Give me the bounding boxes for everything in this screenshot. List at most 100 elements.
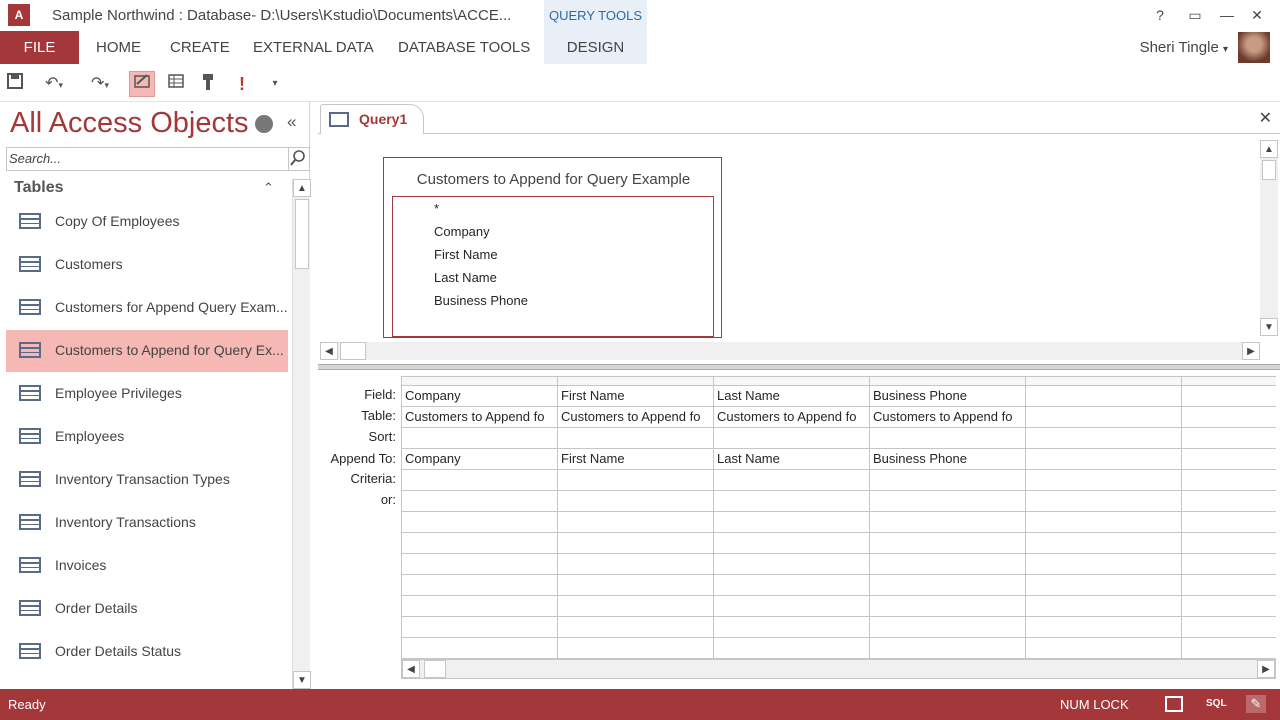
grid-cell-sort[interactable] (870, 428, 1026, 449)
grid-cell[interactable] (1026, 512, 1182, 533)
design-view-icon[interactable] (129, 71, 155, 97)
grid-cell[interactable] (1026, 638, 1182, 659)
tab-create[interactable]: CREATE (170, 31, 230, 64)
grid-cell[interactable] (1026, 533, 1182, 554)
grid-cell-sort[interactable] (1182, 428, 1276, 449)
datasheet-view-icon[interactable] (1165, 696, 1183, 712)
nav-item-table[interactable]: Employees (6, 416, 288, 458)
grid-cell[interactable] (714, 491, 870, 512)
grid-cell[interactable] (870, 638, 1026, 659)
grid-cell-field[interactable]: Company (402, 386, 558, 407)
minimize-button[interactable]: — (1212, 5, 1242, 25)
collapse-pane-icon[interactable]: « (287, 112, 296, 132)
grid-cell[interactable] (402, 638, 558, 659)
grid-cell[interactable] (1182, 512, 1276, 533)
grid-cell-table[interactable]: Customers to Append fo (714, 407, 870, 428)
grid-cell[interactable] (558, 512, 714, 533)
grid-cell[interactable] (1182, 554, 1276, 575)
grid-cell[interactable] (558, 533, 714, 554)
upper-horizontal-scrollbar[interactable]: ◀ ▶ (320, 342, 1260, 360)
close-button[interactable]: ✕ (1242, 5, 1272, 25)
pin-icon[interactable] (197, 73, 219, 95)
grid-cell[interactable] (1026, 596, 1182, 617)
close-document-button[interactable]: ✕ (1259, 108, 1272, 128)
nav-search-input[interactable]: Search... (6, 147, 289, 171)
grid-cell[interactable] (558, 596, 714, 617)
grid-cell[interactable] (558, 575, 714, 596)
grid-cell[interactable] (714, 554, 870, 575)
grid-cell[interactable] (402, 491, 558, 512)
grid-cell[interactable] (870, 512, 1026, 533)
scroll-right-icon[interactable]: ▶ (1242, 342, 1260, 360)
tab-design[interactable]: DESIGN (544, 31, 647, 64)
sql-view-button[interactable]: SQL (1206, 698, 1227, 709)
nav-item-table[interactable]: Customers (6, 244, 288, 286)
scroll-left-icon[interactable]: ◀ (320, 342, 338, 360)
column-selector[interactable] (558, 377, 714, 386)
grid-cell-append-to[interactable]: Last Name (714, 449, 870, 470)
grid-cell[interactable] (402, 617, 558, 638)
nav-scrollbar[interactable]: ▲ ▼ (292, 179, 311, 689)
scroll-thumb[interactable] (424, 660, 446, 678)
grid-cell[interactable] (870, 491, 1026, 512)
grid-cell-table[interactable] (1026, 407, 1182, 428)
grid-cell[interactable] (558, 617, 714, 638)
grid-cell[interactable] (1026, 617, 1182, 638)
field-list-item[interactable]: * (434, 201, 439, 216)
scroll-thumb[interactable] (340, 342, 366, 360)
grid-cell[interactable] (870, 575, 1026, 596)
nav-group-tables[interactable]: Tables (14, 179, 64, 197)
grid-cell[interactable] (402, 533, 558, 554)
grid-cell[interactable] (1182, 533, 1276, 554)
scroll-left-icon[interactable]: ◀ (402, 660, 420, 678)
grid-cell-field[interactable] (1182, 386, 1276, 407)
grid-cell[interactable] (870, 533, 1026, 554)
column-selector[interactable] (1026, 377, 1182, 386)
nav-menu-icon[interactable] (255, 115, 273, 133)
pane-splitter[interactable] (318, 364, 1280, 370)
nav-item-table[interactable]: Inventory Transactions (6, 502, 288, 544)
grid-cell-sort[interactable] (714, 428, 870, 449)
nav-item-table[interactable]: Invoices (6, 545, 288, 587)
grid-cell-append-to[interactable]: First Name (558, 449, 714, 470)
grid-cell[interactable] (714, 470, 870, 491)
grid-cell[interactable] (1182, 491, 1276, 512)
chevron-up-icon[interactable]: ⌃ (263, 180, 274, 196)
grid-cell[interactable] (1026, 470, 1182, 491)
access-app-icon[interactable]: A (8, 4, 30, 26)
nav-item-table[interactable]: Order Details (6, 588, 288, 630)
scroll-down-icon[interactable]: ▼ (1260, 318, 1278, 336)
grid-cell[interactable] (558, 554, 714, 575)
table-field-list[interactable]: Customers to Append for Query Example * … (383, 157, 722, 338)
grid-cell[interactable] (558, 491, 714, 512)
grid-cell[interactable] (1182, 638, 1276, 659)
field-list-item[interactable]: First Name (434, 247, 498, 262)
grid-cell-append-to[interactable] (1182, 449, 1276, 470)
field-list-item[interactable]: Last Name (434, 270, 497, 285)
nav-pane-title[interactable]: All Access Objects (10, 107, 249, 140)
grid-cell-append-to[interactable] (1026, 449, 1182, 470)
nav-item-table[interactable]: Employee Privileges (6, 373, 288, 415)
scroll-up-icon[interactable]: ▲ (1260, 140, 1278, 158)
grid-cell-table[interactable] (1182, 407, 1276, 428)
grid-cell[interactable] (1026, 491, 1182, 512)
run-icon[interactable]: ! (231, 73, 253, 95)
grid-cell[interactable] (714, 575, 870, 596)
user-account-menu[interactable]: Sheri Tingle ▾ (1140, 31, 1228, 64)
nav-item-table[interactable]: Order Details Status (6, 631, 288, 673)
upper-vertical-scrollbar[interactable]: ▲ ▼ (1260, 140, 1278, 336)
grid-cell[interactable] (558, 638, 714, 659)
grid-cell[interactable] (1182, 617, 1276, 638)
tab-query1[interactable]: Query1 (320, 104, 424, 134)
grid-cell[interactable] (558, 470, 714, 491)
datasheet-icon[interactable] (165, 73, 187, 95)
search-icon[interactable] (289, 147, 310, 171)
grid-cell[interactable] (402, 512, 558, 533)
grid-cell-append-to[interactable]: Business Phone (870, 449, 1026, 470)
scroll-up-icon[interactable]: ▲ (293, 179, 311, 197)
grid-cell[interactable] (1182, 575, 1276, 596)
column-selector[interactable] (714, 377, 870, 386)
grid-cell[interactable] (714, 638, 870, 659)
grid-cell[interactable] (402, 575, 558, 596)
undo-icon[interactable]: ↶▾ (37, 73, 71, 95)
